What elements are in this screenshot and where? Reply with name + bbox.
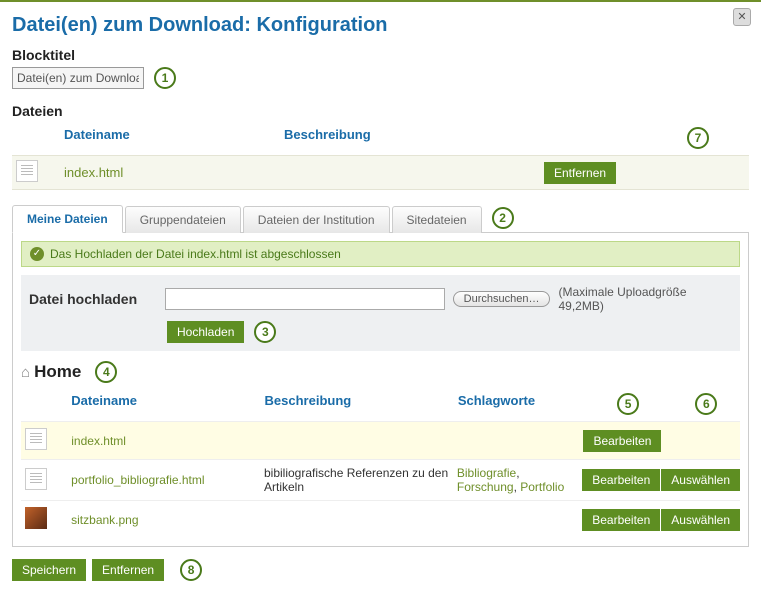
check-icon: ✓: [30, 247, 44, 261]
files-section-label: Dateien: [12, 103, 749, 119]
edit-button[interactable]: Bearbeiten: [582, 469, 660, 491]
file-list-header: Dateiname Beschreibung Schlagworte 5 6: [21, 389, 740, 421]
annotation-4: 4: [95, 361, 117, 383]
file-source-tabs: Meine Dateien Gruppendateien Dateien der…: [12, 204, 749, 233]
browse-button[interactable]: Durchsuchen…: [453, 291, 551, 307]
upload-file-field[interactable]: [165, 288, 445, 310]
upload-success-message: ✓ Das Hochladen der Datei index.html ist…: [21, 241, 740, 267]
col-description: Beschreibung: [284, 127, 544, 149]
selected-files-header: Dateiname Beschreibung 7: [12, 123, 749, 155]
file-row: index.html Bearbeiten: [21, 421, 740, 459]
file-row: sitzbank.png Bearbeiten Auswählen: [21, 500, 740, 538]
annotation-5: 5: [617, 393, 639, 415]
close-icon[interactable]: ✕: [733, 8, 751, 26]
file-icon: [25, 468, 47, 490]
file-icon: [16, 160, 38, 182]
selected-file-row: index.html Entfernen: [12, 155, 749, 190]
tab-panel: ✓ Das Hochladen der Datei index.html ist…: [12, 233, 749, 547]
file-link[interactable]: portfolio_bibliografie.html: [71, 473, 204, 487]
file-desc: bibiliografische Referenzen zu den Artik…: [264, 466, 457, 494]
tag-link[interactable]: Forschung: [457, 480, 514, 494]
upload-area: Datei hochladen Durchsuchen… (Maximale U…: [21, 275, 740, 351]
annotation-3: 3: [254, 321, 276, 343]
select-button[interactable]: Auswählen: [661, 509, 740, 531]
file-link[interactable]: sitzbank.png: [71, 513, 138, 527]
filelist-col-desc: Beschreibung: [265, 393, 458, 415]
col-filename: Dateiname: [64, 127, 284, 149]
edit-button[interactable]: Bearbeiten: [582, 509, 660, 531]
breadcrumb-home[interactable]: Home: [34, 362, 81, 382]
config-dialog: ✕ Datei(en) zum Download: Konfiguration …: [0, 0, 761, 597]
annotation-8: 8: [180, 559, 202, 581]
tab-site-files[interactable]: Sitedateien: [392, 206, 482, 233]
remove-block-button[interactable]: Entfernen: [92, 559, 164, 581]
home-icon: ⌂: [21, 364, 30, 381]
upload-size-hint: (Maximale Uploadgröße 49,2MB): [558, 285, 732, 313]
edit-button[interactable]: Bearbeiten: [583, 430, 661, 452]
remove-file-button[interactable]: Entfernen: [544, 162, 616, 184]
annotation-1: 1: [154, 67, 176, 89]
dialog-title: Datei(en) zum Download: Konfiguration: [12, 14, 749, 37]
file-tags: Bibliografie, Forschung, Portfolio: [457, 466, 582, 494]
filelist-col-tags: Schlagworte: [458, 393, 584, 415]
tab-institution-files[interactable]: Dateien der Institution: [243, 206, 390, 233]
file-row: portfolio_bibliografie.html bibiliografi…: [21, 459, 740, 500]
upload-submit-button[interactable]: Hochladen: [167, 321, 244, 343]
blocktitle-input[interactable]: [12, 67, 144, 89]
dialog-footer: Speichern Entfernen 8: [12, 559, 749, 581]
selected-file-link[interactable]: index.html: [64, 165, 123, 180]
annotation-2: 2: [492, 207, 514, 229]
image-thumb-icon: [25, 507, 47, 529]
file-link[interactable]: index.html: [71, 434, 126, 448]
tab-group-files[interactable]: Gruppendateien: [125, 206, 241, 233]
annotation-6: 6: [695, 393, 717, 415]
select-button[interactable]: Auswählen: [661, 469, 740, 491]
blocktitle-label: Blocktitel: [12, 47, 749, 63]
annotation-7: 7: [687, 127, 709, 149]
upload-label: Datei hochladen: [29, 291, 157, 307]
save-button[interactable]: Speichern: [12, 559, 86, 581]
tag-link[interactable]: Bibliografie: [457, 466, 516, 480]
tab-my-files[interactable]: Meine Dateien: [12, 205, 123, 233]
message-text: Das Hochladen der Datei index.html ist a…: [50, 247, 341, 261]
file-icon: [25, 428, 47, 450]
tag-link[interactable]: Portfolio: [520, 480, 564, 494]
filelist-col-name: Dateiname: [71, 393, 264, 415]
breadcrumb: ⌂ Home 4: [21, 361, 740, 383]
